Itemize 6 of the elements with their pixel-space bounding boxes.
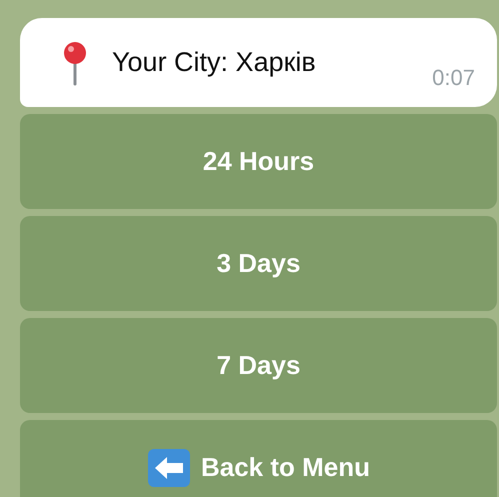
keyboard-button[interactable]: 7 Days (20, 318, 497, 413)
keyboard-button[interactable]: 24 Hours (20, 114, 497, 209)
message-text: Your City: Харків (112, 47, 316, 78)
back-button[interactable]: Back to Menu (20, 420, 497, 497)
keyboard-button[interactable]: 3 Days (20, 216, 497, 311)
message-time: 0:07 (432, 65, 475, 91)
